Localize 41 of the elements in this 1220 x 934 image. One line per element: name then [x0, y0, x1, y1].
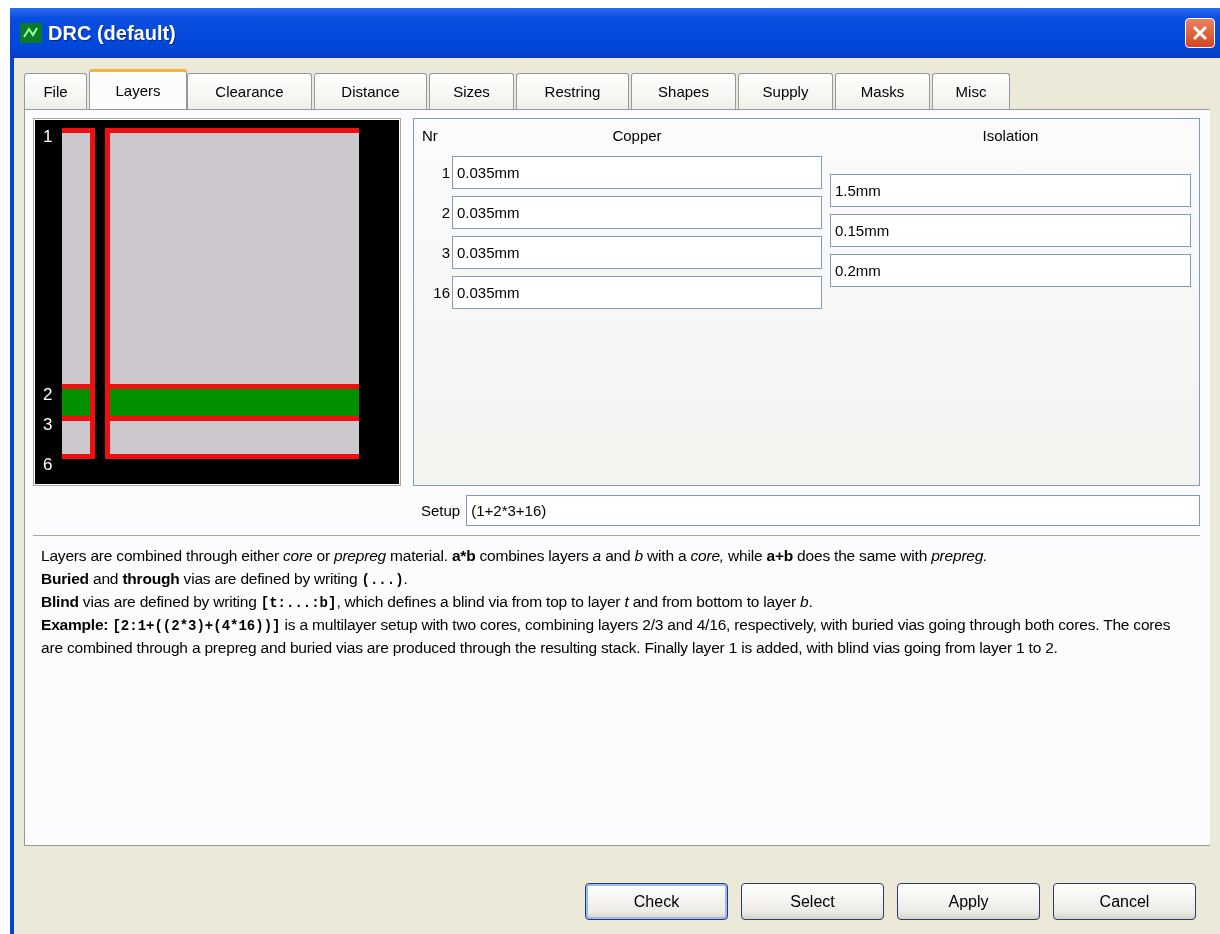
- tab[interactable]: Distance: [314, 73, 427, 109]
- column-header: Copper: [611, 127, 663, 146]
- layer-label: 1: [43, 127, 53, 146]
- column-header: Isolation: [981, 127, 1040, 146]
- layer-number: 2: [440, 204, 450, 221]
- layer-label: 2: [43, 385, 53, 404]
- dialog-button[interactable]: Apply: [897, 883, 1040, 920]
- copper-field[interactable]: 0.035mm: [452, 156, 822, 189]
- copper-field[interactable]: 0.035mm: [452, 236, 822, 269]
- help-paragraph: Example: [2:1+((2*3)+(4*16))] is a multilayer setup with two cores, combining layers 2/3 and 4/16, respectively, with buried vias going through both cores. The cores are combined through a prepreg and buried vias are produced through the resulting stack. Finally layer 1 is added, with blind vias going from layer 1 to 2.: [41, 615, 1172, 658]
- tab[interactable]: Clearance: [187, 73, 312, 109]
- help-paragraph: Buried and through vias are defined by writing (...).: [41, 569, 409, 590]
- setup-label: Setup: [421, 502, 461, 519]
- isolation-field[interactable]: 1.5mm: [830, 174, 1191, 207]
- copper-field[interactable]: 0.035mm: [452, 276, 822, 309]
- tab[interactable]: File: [24, 73, 87, 109]
- tab[interactable]: Sizes: [429, 73, 514, 109]
- dialog-button[interactable]: Cancel: [1053, 883, 1196, 920]
- tab[interactable]: Layers: [89, 69, 187, 109]
- layer-label: 6: [43, 455, 53, 474]
- isolation-field[interactable]: 0.15mm: [830, 214, 1191, 247]
- help-paragraph: Layers are combined through either core or prepreg material. a*b combines layers a and b with a core, while a+b does the same with prepreg.: [41, 546, 989, 566]
- tab[interactable]: Masks: [835, 73, 930, 109]
- dialog-button[interactable]: Select: [741, 883, 884, 920]
- isolation-field[interactable]: 0.2mm: [830, 254, 1191, 287]
- close-icon[interactable]: [1185, 18, 1215, 48]
- copper-field[interactable]: 0.035mm: [452, 196, 822, 229]
- tab[interactable]: Misc: [932, 73, 1010, 109]
- tab[interactable]: Shapes: [631, 73, 736, 109]
- column-header: Nr: [422, 127, 439, 146]
- help-paragraph: Blind vias are defined by writing [t:...:b], which defines a blind via from top to layer t and from bottom to layer b.: [41, 592, 814, 613]
- layer-number: 3: [440, 244, 450, 261]
- layer-number: 1: [440, 164, 450, 181]
- dialog-button[interactable]: Check: [585, 883, 728, 920]
- layer-number: 16: [432, 284, 450, 301]
- app-icon: [20, 23, 42, 43]
- layer-label: 3: [43, 415, 53, 434]
- tab[interactable]: Supply: [738, 73, 833, 109]
- window-title: DRC (default): [48, 21, 177, 45]
- tab[interactable]: Restring: [516, 73, 629, 109]
- setup-field[interactable]: (1+2*3+16): [466, 495, 1200, 526]
